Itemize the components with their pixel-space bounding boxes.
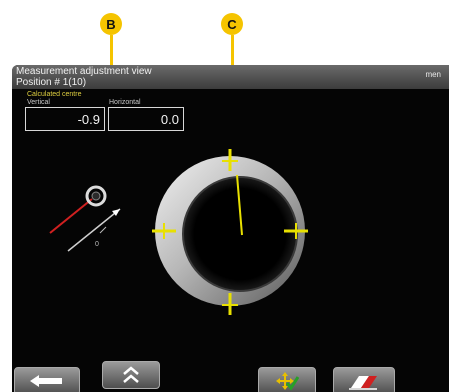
title-bar: Measurement adjustment view Position # 1… (12, 65, 449, 89)
vertical-value: -0.9 (77, 111, 100, 127)
sensor-axis-label: 0 (95, 241, 99, 248)
move-check-icon (276, 372, 299, 391)
chevron-double-up-icon (123, 366, 139, 383)
sensor-icon (49, 185, 121, 252)
erase-button[interactable] (333, 367, 395, 392)
back-button[interactable] (14, 367, 80, 392)
callout-c-badge: C (221, 13, 243, 35)
device-screen: Measurement adjustment view Position # 1… (12, 65, 449, 392)
move-confirm-button[interactable] (258, 367, 316, 392)
position-label: Position # 1(10) (16, 77, 87, 88)
expand-up-button[interactable] (102, 361, 160, 389)
calculated-centre-label: Calculated centre (27, 91, 82, 98)
erase-icon (349, 376, 377, 390)
vertical-value-box: -0.9 (25, 107, 105, 131)
arrow-left-icon (30, 375, 62, 387)
vertical-label: Vertical (27, 99, 50, 106)
horizontal-value-box: 0.0 (108, 107, 184, 131)
horizontal-label: Horizontal (109, 99, 141, 106)
measurement-ring-view (152, 149, 308, 315)
window-title: Measurement adjustment view (16, 66, 152, 77)
sensor-diagram: 0 (49, 185, 121, 252)
callout-b-badge: B (100, 13, 122, 35)
menu-button[interactable]: men (425, 70, 441, 79)
horizontal-value: 0.0 (160, 111, 179, 127)
ring-shape (155, 156, 305, 306)
